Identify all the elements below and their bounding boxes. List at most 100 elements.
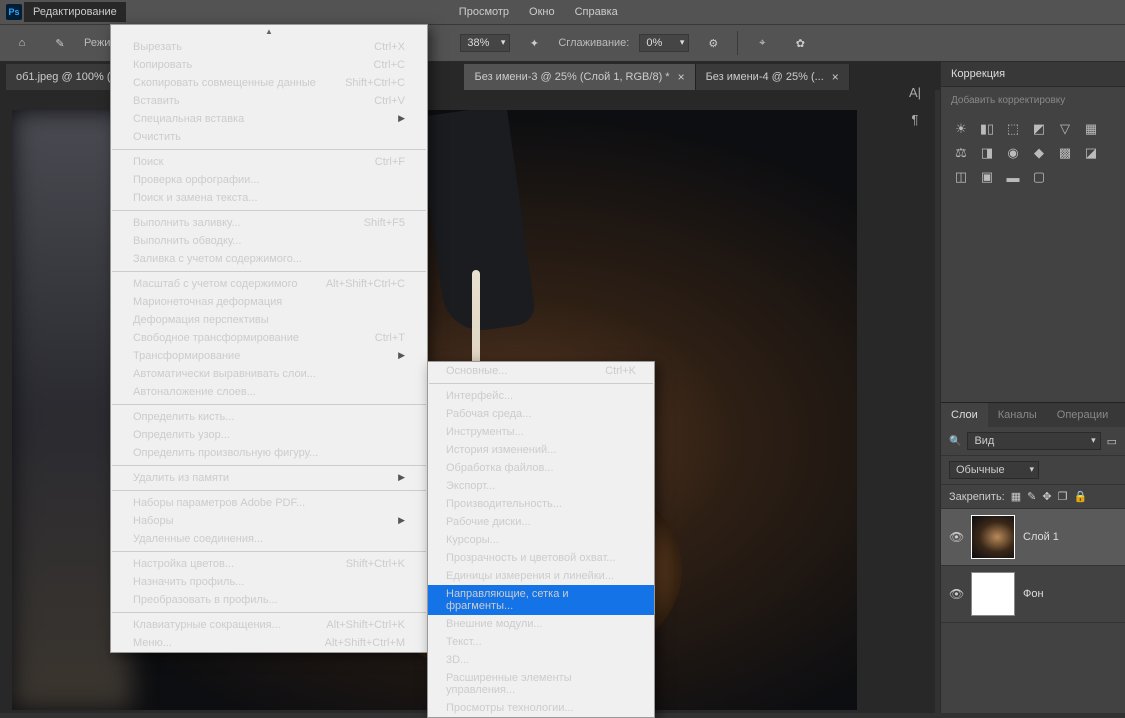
close-icon[interactable]: × xyxy=(678,70,685,84)
lock-artboard-icon[interactable]: ❐ xyxy=(1058,490,1068,503)
menu-item[interactable]: Деформация перспективы xyxy=(111,311,427,329)
menu-item[interactable]: Преобразовать в профиль... xyxy=(111,591,427,609)
mixer-icon[interactable]: ◆ xyxy=(1029,144,1049,162)
menu-item[interactable]: ПоискCtrl+F xyxy=(111,153,427,171)
posterize-icon[interactable]: ◫ xyxy=(951,168,971,186)
brightness-icon[interactable]: ☀ xyxy=(951,120,971,138)
menu-item[interactable]: Назначить профиль... xyxy=(111,573,427,591)
submenu-item[interactable]: Производительность... xyxy=(428,495,654,513)
menu-item[interactable]: ВставитьCtrl+V xyxy=(111,92,427,110)
menu-item[interactable]: Удаленные соединения... xyxy=(111,530,427,548)
submenu-item[interactable]: Курсоры... xyxy=(428,531,654,549)
scroll-up-icon[interactable]: ▲ xyxy=(111,25,427,38)
menu-item[interactable]: Клавиатурные сокращения...Alt+Shift+Ctrl… xyxy=(111,616,427,634)
menu-item[interactable]: КопироватьCtrl+C xyxy=(111,56,427,74)
paragraph-panel-icon[interactable]: ¶ xyxy=(912,112,919,127)
submenu-item[interactable]: Просмотры технологии... xyxy=(428,699,654,717)
menu-item[interactable]: ВырезатьCtrl+X xyxy=(111,38,427,56)
lock-pixels-icon[interactable]: ▦ xyxy=(1011,490,1021,503)
threshold-icon[interactable]: ▣ xyxy=(977,168,997,186)
lock-brush-icon[interactable]: ✎ xyxy=(1027,490,1036,503)
menu-item[interactable]: Специальная вставка▶ xyxy=(111,110,427,128)
menu-item[interactable]: Определить узор... xyxy=(111,426,427,444)
zoom-select[interactable]: 38% xyxy=(460,34,510,52)
submenu-item[interactable]: Текст... xyxy=(428,633,654,651)
menu-window[interactable]: Окно xyxy=(520,2,564,22)
exposure-icon[interactable]: ◩ xyxy=(1029,120,1049,138)
menu-item[interactable]: Удалить из памяти▶ xyxy=(111,469,427,487)
visibility-icon[interactable]: 👁 xyxy=(949,587,963,601)
submenu-item[interactable]: Внешние модули... xyxy=(428,615,654,633)
selective-color-icon[interactable]: ▢ xyxy=(1029,168,1049,186)
layer-thumbnail[interactable] xyxy=(971,572,1015,616)
submenu-item[interactable]: Экспорт... xyxy=(428,477,654,495)
tab-channels[interactable]: Каналы xyxy=(988,403,1047,427)
submenu-item[interactable]: Единицы измерения и линейки... xyxy=(428,567,654,585)
blend-mode-select[interactable]: Обычные xyxy=(949,461,1039,479)
document-tab[interactable]: Без имени-4 @ 25% (...× xyxy=(696,64,850,90)
character-panel-icon[interactable]: A| xyxy=(909,85,921,100)
curves-icon[interactable]: ⬚ xyxy=(1003,120,1023,138)
lookup-icon[interactable]: ▩ xyxy=(1055,144,1075,162)
visibility-icon[interactable]: 👁 xyxy=(949,530,963,544)
lock-all-icon[interactable]: 🔒 xyxy=(1073,490,1087,503)
smoothing-select[interactable]: 0% xyxy=(639,34,689,52)
submenu-item[interactable]: 3D... xyxy=(428,651,654,669)
menu-view[interactable]: Просмотр xyxy=(450,2,518,22)
menu-item[interactable]: Поиск и замена текста... xyxy=(111,189,427,207)
submenu-item[interactable]: Прозрачность и цветовой охват... xyxy=(428,549,654,567)
menu-item[interactable]: Марионеточная деформация xyxy=(111,293,427,311)
filter-toggle-icon[interactable]: ▭ xyxy=(1107,435,1117,448)
menu-item[interactable]: Выполнить заливку...Shift+F5 xyxy=(111,214,427,232)
bw-icon[interactable]: ◨ xyxy=(977,144,997,162)
smoothing-gear-icon[interactable]: ⚙ xyxy=(699,29,727,57)
submenu-item[interactable]: Основные...Ctrl+K xyxy=(428,362,654,380)
tab-properties[interactable]: Св xyxy=(1118,403,1125,427)
gradient-map-icon[interactable]: ▬ xyxy=(1003,168,1023,186)
layer-row[interactable]: 👁 Слой 1 xyxy=(941,509,1125,566)
menu-item[interactable]: Меню...Alt+Shift+Ctrl+M xyxy=(111,634,427,652)
menu-item[interactable]: Настройка цветов...Shift+Ctrl+K xyxy=(111,555,427,573)
invert-icon[interactable]: ◪ xyxy=(1081,144,1101,162)
layer-name-label[interactable]: Фон xyxy=(1023,588,1117,600)
submenu-item[interactable]: История изменений... xyxy=(428,441,654,459)
menu-item[interactable]: Выполнить обводку... xyxy=(111,232,427,250)
tab-layers[interactable]: Слои xyxy=(941,403,988,427)
photo-filter-icon[interactable]: ◉ xyxy=(1003,144,1023,162)
submenu-item[interactable]: Рабочая среда... xyxy=(428,405,654,423)
menu-item: Автоналожение слоев... xyxy=(111,383,427,401)
symmetry-icon[interactable]: ⌖ xyxy=(748,29,776,57)
submenu-item[interactable]: Обработка файлов... xyxy=(428,459,654,477)
layer-row[interactable]: 👁 Фон xyxy=(941,566,1125,623)
menu-item[interactable]: Свободное трансформированиеCtrl+T xyxy=(111,329,427,347)
balance-icon[interactable]: ⚖ xyxy=(951,144,971,162)
menu-item[interactable]: Определить кисть... xyxy=(111,408,427,426)
lock-position-icon[interactable]: ✥ xyxy=(1042,490,1051,503)
layer-thumbnail[interactable] xyxy=(971,515,1015,559)
home-icon[interactable]: ⌂ xyxy=(8,29,36,57)
layer-kind-select[interactable]: Вид xyxy=(967,432,1100,450)
submenu-item[interactable]: Интерфейс... xyxy=(428,387,654,405)
document-tab[interactable]: Без имени-3 @ 25% (Слой 1, RGB/8) *× xyxy=(464,64,695,90)
menu-item[interactable]: Наборы▶ xyxy=(111,512,427,530)
submenu-item[interactable]: Рабочие диски... xyxy=(428,513,654,531)
preferences-submenu: Основные...Ctrl+K Интерфейс...Рабочая сре… xyxy=(427,361,655,718)
menu-item[interactable]: Трансформирование▶ xyxy=(111,347,427,365)
airbrush-icon[interactable]: ✦ xyxy=(520,29,548,57)
brush-tool-icon[interactable]: ✎ xyxy=(46,29,74,57)
close-icon[interactable]: × xyxy=(832,70,839,84)
tab-actions[interactable]: Операции xyxy=(1047,403,1118,427)
submenu-item[interactable]: Инструменты... xyxy=(428,423,654,441)
hue-icon[interactable]: ▦ xyxy=(1081,120,1101,138)
menu-item[interactable]: Наборы параметров Adobe PDF... xyxy=(111,494,427,512)
correction-panel-header[interactable]: Коррекция xyxy=(941,62,1125,87)
menu-help[interactable]: Справка xyxy=(566,2,627,22)
submenu-item[interactable]: Направляющие, сетка и фрагменты... xyxy=(428,585,654,615)
butterfly-icon[interactable]: ✿ xyxy=(786,29,814,57)
layer-name-label[interactable]: Слой 1 xyxy=(1023,531,1117,543)
menu-item[interactable]: Масштаб с учетом содержимогоAlt+Shift+Ct… xyxy=(111,275,427,293)
menu-item[interactable]: Проверка орфографии... xyxy=(111,171,427,189)
levels-icon[interactable]: ▮▯ xyxy=(977,120,997,138)
vibrance-icon[interactable]: ▽ xyxy=(1055,120,1075,138)
menu-edit[interactable]: Редактирование xyxy=(24,2,126,22)
